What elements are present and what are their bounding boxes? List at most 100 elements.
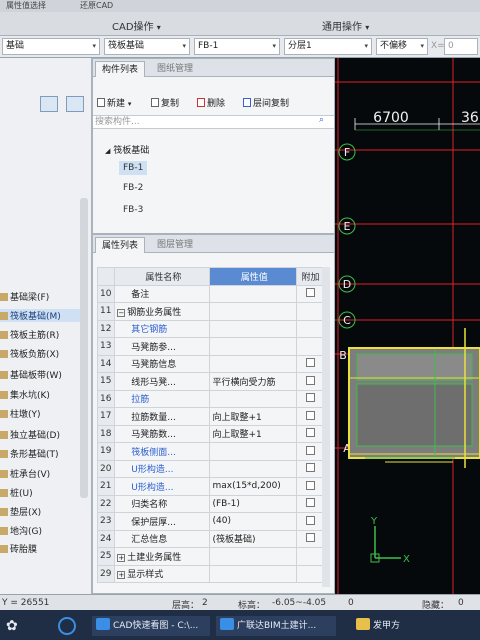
add-checkbox[interactable] xyxy=(306,463,315,473)
add-checkbox[interactable] xyxy=(306,533,315,543)
add-checkbox[interactable] xyxy=(306,498,315,508)
tree-collapse-icon[interactable]: ◢ xyxy=(105,147,110,155)
property-row[interactable]: 19 筏板侧面... xyxy=(96,442,323,461)
component-item[interactable]: FB-3 xyxy=(123,205,143,215)
expand-icon[interactable]: + xyxy=(117,553,126,562)
taskbar-app-glodon[interactable]: 广联达BIM土建计... xyxy=(216,616,336,636)
slab-section xyxy=(356,353,473,381)
nav-item[interactable]: 基础板带(W) xyxy=(0,368,80,381)
tab-layer-management[interactable]: 图层管理 xyxy=(151,237,199,253)
add-checkbox[interactable] xyxy=(306,358,315,368)
new-button[interactable]: 新建 ▾ xyxy=(97,96,131,109)
add-checkbox[interactable] xyxy=(306,428,315,438)
tab-property-list[interactable]: 属性列表 xyxy=(95,237,146,253)
ribbon-general-ops[interactable]: 通用操作 ▾ xyxy=(322,18,369,33)
expand-icon[interactable]: + xyxy=(117,571,126,580)
ribbon-prop-select[interactable]: 属性值选择 xyxy=(6,0,46,11)
property-row[interactable]: 15 线形马凳... 平行横向受力筋 xyxy=(96,372,323,391)
add-checkbox[interactable] xyxy=(306,393,315,403)
add-checkbox[interactable] xyxy=(306,445,315,455)
add-checkbox[interactable] xyxy=(306,410,315,420)
nav-item[interactable]: 桩承台(V) xyxy=(0,467,80,480)
offset-select[interactable]: 不偏移 ▾ xyxy=(376,38,428,55)
property-row[interactable]: 18 马凳筋数... 向上取整+1 xyxy=(96,424,323,443)
property-value[interactable]: 向上取整+1 xyxy=(209,407,298,426)
list-view-icon[interactable] xyxy=(40,96,58,112)
browser-icon[interactable] xyxy=(58,617,76,635)
layer-select[interactable]: 分层1 ▾ xyxy=(284,38,372,55)
property-value[interactable]: 向上取整+1 xyxy=(209,424,298,443)
nav-item[interactable]: 条形基础(T) xyxy=(0,447,80,460)
tab-component-list[interactable]: 构件列表 xyxy=(95,61,146,77)
component-item[interactable]: FB-1 xyxy=(119,161,148,175)
collapse-icon[interactable]: − xyxy=(117,308,126,317)
nav-item[interactable]: 桩(U) xyxy=(0,486,80,499)
property-row[interactable]: 23 保护层厚... (40) xyxy=(96,512,323,531)
property-row[interactable]: 22 归类名称 (FB-1) xyxy=(96,494,323,513)
component-search-input[interactable]: 搜索构件... xyxy=(93,115,334,129)
nav-item[interactable]: 筏板基础(M) xyxy=(0,309,80,322)
property-row[interactable]: 25 + 土建业务属性 xyxy=(96,547,323,566)
add-checkbox[interactable] xyxy=(306,515,315,525)
add-checkbox[interactable] xyxy=(306,480,315,490)
type-select[interactable]: 筏板基础 ▾ xyxy=(104,38,190,55)
floor-copy-button[interactable]: 层间复制 xyxy=(243,96,289,109)
ucs-y-label: Y xyxy=(370,516,378,527)
ribbon-cad-ops[interactable]: CAD操作 ▾ xyxy=(112,18,161,33)
nav-item[interactable]: 筏板主筋(R) xyxy=(0,328,80,341)
property-row[interactable]: 17 拉筋数量... 向上取整+1 xyxy=(96,407,323,426)
property-value[interactable] xyxy=(209,319,298,338)
property-value[interactable] xyxy=(209,337,298,356)
property-value[interactable] xyxy=(209,442,298,461)
add-checkbox[interactable] xyxy=(306,375,315,385)
property-row[interactable]: 13 马凳筋参... xyxy=(96,337,323,356)
search-icon[interactable]: ⌕ xyxy=(319,115,324,125)
property-row[interactable]: 21 U形构造... max(15*d,200) xyxy=(96,477,323,496)
properties-scrollbar[interactable] xyxy=(322,267,330,587)
floor-select[interactable]: 基础 ▾ xyxy=(2,38,100,55)
nav-scrollbar[interactable] xyxy=(80,198,88,498)
ribbon-restore-cad[interactable]: 还原CAD xyxy=(80,0,113,11)
property-value[interactable] xyxy=(209,389,298,408)
property-row[interactable]: 14 马凳筋信息 xyxy=(96,354,323,373)
property-value[interactable] xyxy=(209,302,298,321)
nav-item[interactable]: 垫层(X) xyxy=(0,505,80,518)
item-select[interactable]: FB-1 ▾ xyxy=(194,38,280,55)
tab-drawing-management[interactable]: 图纸管理 xyxy=(151,61,199,77)
property-value[interactable] xyxy=(209,564,298,583)
taskbar-app-cad[interactable]: CAD快速看图 - C:\... xyxy=(92,616,210,636)
nav-item[interactable]: 柱墩(Y) xyxy=(0,407,80,420)
nav-item[interactable]: 筏板负筋(X) xyxy=(0,347,80,360)
property-row[interactable]: 12 其它钢筋 xyxy=(96,319,323,338)
property-value[interactable] xyxy=(209,547,298,566)
property-row[interactable]: 20 U形构造... xyxy=(96,459,323,478)
property-row[interactable]: 16 拉筋 xyxy=(96,389,323,408)
nav-item[interactable]: 集水坑(K) xyxy=(0,388,80,401)
delete-button[interactable]: 删除 xyxy=(197,96,225,109)
x-input[interactable]: 0 xyxy=(444,38,478,55)
add-checkbox[interactable] xyxy=(306,288,315,298)
tree-root[interactable]: ◢ 筏板基础 xyxy=(105,143,149,156)
property-value[interactable]: (FB-1) xyxy=(209,494,298,513)
property-value[interactable]: max(15*d,200) xyxy=(209,477,298,496)
property-value[interactable]: (40) xyxy=(209,512,298,531)
property-row[interactable]: 10 备注 xyxy=(96,284,323,303)
property-row[interactable]: 24 汇总信息 (筏板基础) xyxy=(96,529,323,548)
property-value[interactable] xyxy=(209,459,298,478)
property-value[interactable]: (筏板基础) xyxy=(209,529,298,548)
component-item[interactable]: FB-2 xyxy=(123,183,143,193)
nav-item[interactable]: 砖胎膜 xyxy=(0,542,80,555)
taskbar-app-folder[interactable]: 发甲方 xyxy=(352,616,412,636)
grid-view-icon[interactable] xyxy=(66,96,84,112)
start-icon[interactable]: ✿ xyxy=(6,616,18,636)
property-row[interactable]: 29 + 显示样式 xyxy=(96,564,323,583)
property-value[interactable] xyxy=(209,284,298,303)
nav-item[interactable]: 基础梁(F) xyxy=(0,290,80,303)
nav-item[interactable]: 地沟(G) xyxy=(0,524,80,537)
property-value[interactable] xyxy=(209,354,298,373)
copy-button[interactable]: 复制 xyxy=(151,96,179,109)
property-value[interactable]: 平行横向受力筋 xyxy=(209,372,298,391)
nav-item[interactable]: 独立基础(D) xyxy=(0,428,80,441)
cad-canvas[interactable]: 6700 36 F E D C B A Y X xyxy=(335,58,480,594)
property-row[interactable]: 11− 钢筋业务属性 xyxy=(96,302,323,321)
